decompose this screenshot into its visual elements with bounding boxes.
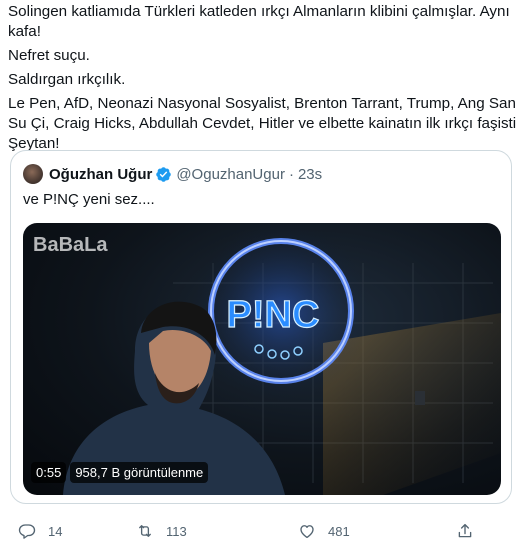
tweet-text-line: Le Pen, AfD, Neonazi Nasyonal Sosyalist,… bbox=[8, 95, 516, 112]
like-button[interactable]: 481 bbox=[298, 522, 456, 540]
video-watermark: BaBaLa bbox=[33, 234, 108, 256]
reply-button[interactable]: 14 bbox=[18, 522, 136, 540]
quoted-tweet-header: Oğuzhan Uğur @OguzhanUgur · 23s bbox=[23, 163, 322, 185]
tweet-text-line: Saldırgan ırkçılık. bbox=[8, 71, 126, 88]
video-player[interactable]: P!NC BaBaLa 0:55 958,7 B görüntülenme bbox=[23, 223, 501, 495]
tweet-text-line: Su Çi, Craig Hicks, Abdullah Cevdet, Hit… bbox=[8, 115, 517, 132]
tweet-text: Solingen katliamıda Türkleri katleden ır… bbox=[8, 2, 517, 154]
video-info-badges: 0:55 958,7 B görüntülenme bbox=[31, 461, 209, 483]
retweet-icon bbox=[139, 525, 151, 537]
reply-icon bbox=[18, 524, 36, 539]
neon-sign-text: P!NC bbox=[227, 294, 320, 336]
video-views: 958,7 B görüntülenme bbox=[70, 461, 209, 483]
avatar[interactable] bbox=[23, 164, 43, 184]
quoted-tweet-time[interactable]: 23s bbox=[298, 166, 322, 183]
retweet-button[interactable]: 113 bbox=[136, 522, 298, 540]
verified-badge-icon bbox=[156, 166, 172, 182]
video-duration: 0:55 bbox=[31, 461, 67, 483]
separator-dot: · bbox=[288, 165, 294, 183]
like-count: 481 bbox=[328, 523, 350, 539]
share-button[interactable] bbox=[456, 522, 474, 540]
retweet-count: 113 bbox=[166, 523, 187, 539]
tweet-actions: 14 113 481 bbox=[18, 520, 488, 542]
tweet-text-line: Nefret suçu. bbox=[8, 47, 90, 64]
video-frame: P!NC BaBaLa bbox=[33, 223, 501, 495]
quoted-author-name[interactable]: Oğuzhan Uğur bbox=[49, 166, 152, 183]
tweet-text-line: Solingen katliamıda Türkleri katleden ır… bbox=[8, 3, 510, 20]
quoted-tweet-card[interactable]: Oğuzhan Uğur @OguzhanUgur · 23s ve P!NÇ … bbox=[10, 150, 512, 504]
like-icon bbox=[300, 525, 314, 539]
reply-count: 14 bbox=[48, 523, 63, 539]
tweet-text-line: kafa! bbox=[8, 23, 41, 40]
quoted-author-handle[interactable]: @OguzhanUgur bbox=[176, 166, 285, 183]
quoted-tweet-text: ve P!NÇ yeni sez.... bbox=[23, 191, 155, 208]
share-icon bbox=[458, 523, 472, 538]
